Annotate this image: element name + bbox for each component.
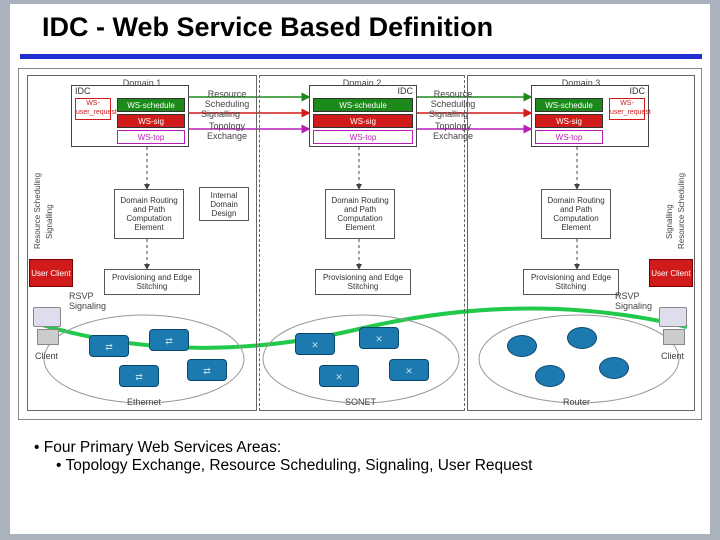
bullet-1: Four Primary Web Services Areas:	[34, 439, 532, 457]
switch-d1a: ⇄	[89, 335, 129, 357]
switch-d2c: ✕	[319, 365, 359, 387]
client-host-left	[33, 307, 63, 347]
switch-d2b: ✕	[359, 327, 399, 349]
label-res-sched-d12: Resource Scheduling	[199, 89, 255, 109]
slide: IDC - Web Service Based Definition	[10, 4, 710, 534]
label-signalling-d12: Signalling	[201, 109, 240, 119]
router-d3a	[507, 335, 537, 357]
switch-d1d: ⇄	[187, 359, 227, 381]
router-d3d	[599, 357, 629, 379]
idc-title-d2: IDC	[310, 86, 416, 96]
label-signalling-right: Signalling	[665, 204, 674, 239]
ws-sig-d2: WS-sig	[313, 114, 413, 128]
switch-d2d: ✕	[389, 359, 429, 381]
ws-user-request-d1: WS-user_request	[75, 98, 111, 120]
pes-d2: Provisioning and Edge Stitching	[315, 269, 411, 295]
client-host-right	[659, 307, 689, 347]
ws-top-d1: WS-top	[117, 130, 185, 144]
router-d3c	[535, 365, 565, 387]
idc-box-d1: IDC WS-user_request WS-schedule WS-sig W…	[71, 85, 189, 147]
idc-box-d3: IDC WS-schedule WS-sig WS-top WS-user_re…	[531, 85, 649, 147]
bullet-2: Topology Exchange, Resource Scheduling, …	[34, 457, 532, 475]
drpce-d2: Domain Routing and Path Computation Elem…	[325, 189, 395, 239]
ws-schedule-d2: WS-schedule	[313, 98, 413, 112]
ws-sig-d1: WS-sig	[117, 114, 185, 128]
ws-schedule-d1: WS-schedule	[117, 98, 185, 112]
switch-d1c: ⇄	[119, 365, 159, 387]
idd-box: Internal Domain Design	[199, 187, 249, 221]
title-underline	[20, 54, 702, 59]
rsvp-right: RSVP Signaling	[615, 291, 655, 311]
architecture-diagram: Domain 1 Resource Scheduling Signalling …	[18, 68, 702, 420]
router-d3b	[567, 327, 597, 349]
rsvp-left: RSVP Signaling	[69, 291, 109, 311]
page-title: IDC - Web Service Based Definition	[42, 12, 493, 43]
pes-d3: Provisioning and Edge Stitching	[523, 269, 619, 295]
switch-d2a: ✕	[295, 333, 335, 355]
client-label-right: Client	[661, 351, 684, 361]
idc-title-d3: IDC	[532, 86, 648, 96]
idc-box-d2: IDC WS-schedule WS-sig WS-top	[309, 85, 417, 147]
client-label-left: Client	[35, 351, 58, 361]
drpce-d1: Domain Routing and Path Computation Elem…	[114, 189, 184, 239]
ws-top-d3: WS-top	[535, 130, 603, 144]
idc-title-d1: IDC	[72, 86, 188, 96]
bullet-list: Four Primary Web Services Areas: Topolog…	[34, 439, 532, 475]
ws-top-d2: WS-top	[313, 130, 413, 144]
label-res-sched-right: Resource Scheduling	[677, 173, 686, 249]
drpce-d3: Domain Routing and Path Computation Elem…	[541, 189, 611, 239]
label-signalling-left: Signalling	[45, 204, 54, 239]
switch-d1b: ⇄	[149, 329, 189, 351]
label-topo-d12: Topology Exchange	[199, 121, 255, 141]
ws-schedule-d3: WS-schedule	[535, 98, 603, 112]
label-signalling-d23: Signalling	[429, 109, 468, 119]
user-client-right: User Client	[649, 259, 693, 287]
user-client-left: User Client	[29, 259, 73, 287]
ws-user-request-d3: WS-user_request	[609, 98, 645, 120]
router-label: Router	[563, 397, 590, 407]
sonet-label: SONET	[345, 397, 376, 407]
ethernet-label: Ethernet	[127, 397, 161, 407]
pes-d1: Provisioning and Edge Stitching	[104, 269, 200, 295]
label-res-sched-left: Resource Scheduling	[33, 173, 42, 249]
ws-sig-d3: WS-sig	[535, 114, 603, 128]
